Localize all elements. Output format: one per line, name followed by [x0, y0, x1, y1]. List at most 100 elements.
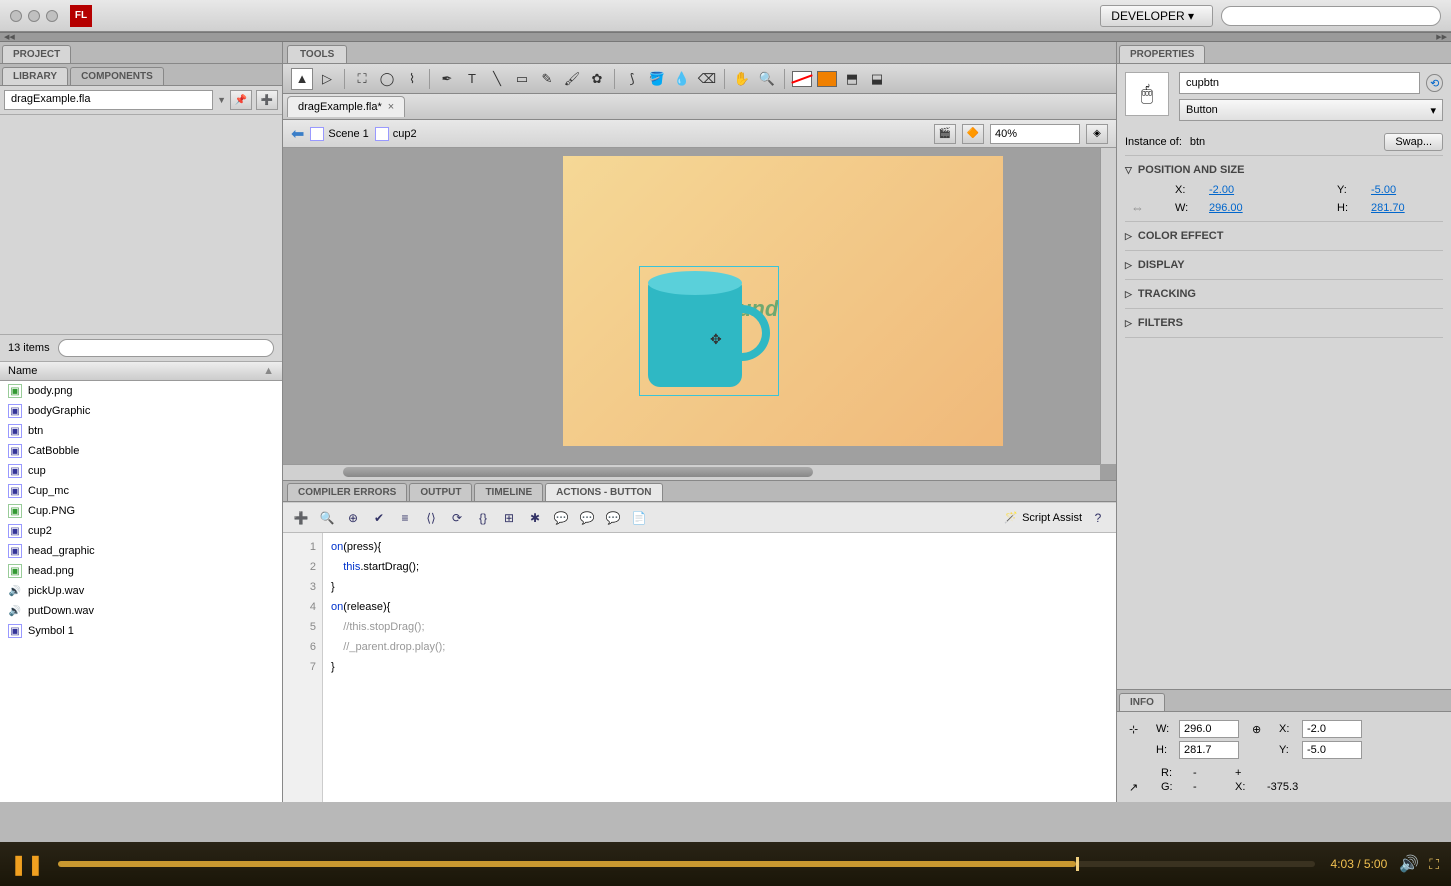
check-syntax-icon[interactable]: ✔	[369, 508, 389, 528]
add-script-icon[interactable]: ➕	[291, 508, 311, 528]
progress-bar[interactable]	[58, 861, 1315, 867]
show-hide-icon[interactable]: 💬	[551, 508, 571, 528]
x-value[interactable]: -2.00	[1209, 184, 1289, 196]
section-tracking[interactable]: ▷TRACKING	[1125, 286, 1443, 302]
list-item[interactable]: ▣body.png	[0, 381, 282, 401]
show-hide-icon[interactable]: 💬	[577, 508, 597, 528]
h-value[interactable]: 281.70	[1371, 202, 1451, 214]
edit-symbol-icon[interactable]: 🔶	[962, 124, 984, 144]
comment-icon[interactable]: ✱	[525, 508, 545, 528]
pencil-tool-icon[interactable]: ✎	[536, 68, 558, 90]
edit-scene-icon[interactable]: 🎬	[934, 124, 956, 144]
tab-components[interactable]: COMPONENTS	[70, 67, 164, 85]
auto-format-icon[interactable]: ≡	[395, 508, 415, 528]
help-icon[interactable]: ?	[1088, 508, 1108, 528]
panel-collapse-bar[interactable]: ◀◀▶▶	[0, 32, 1451, 42]
no-color-icon[interactable]: ⬓	[866, 68, 888, 90]
new-library-icon[interactable]: ➕	[256, 90, 278, 110]
list-item[interactable]: ▣CatBobble	[0, 441, 282, 461]
list-item[interactable]: ▣head_graphic	[0, 541, 282, 561]
breadcrumb[interactable]: Scene 1	[310, 127, 368, 141]
find-icon[interactable]: 🔍	[317, 508, 337, 528]
document-tab[interactable]: dragExample.fla* ×	[287, 96, 405, 117]
line-tool-icon[interactable]: ╲	[486, 68, 508, 90]
tab-info[interactable]: INFO	[1119, 693, 1165, 711]
collapse-icon[interactable]: {}	[473, 508, 493, 528]
deco-tool-icon[interactable]: ✿	[586, 68, 608, 90]
pause-button[interactable]: ❚❚	[12, 849, 42, 879]
zoom-tool-icon[interactable]: 🔍	[756, 68, 778, 90]
code-text[interactable]: on(press){ this.startDrag(); } on(releas…	[323, 533, 1116, 802]
paint-bucket-icon[interactable]: 🪣	[646, 68, 668, 90]
list-item[interactable]: 🔊putDown.wav	[0, 601, 282, 621]
volume-icon[interactable]: 🔊	[1399, 854, 1419, 874]
lock-aspect-icon[interactable]: ⇔	[1131, 200, 1171, 215]
target-path-icon[interactable]: ⊕	[343, 508, 363, 528]
breadcrumb[interactable]: cup2	[375, 127, 417, 141]
list-item[interactable]: ▣cup2	[0, 521, 282, 541]
tab-tools[interactable]: TOOLS	[287, 45, 347, 63]
fill-color-icon[interactable]	[816, 68, 838, 90]
library-file-dropdown[interactable]: dragExample.fla	[4, 90, 213, 110]
list-item[interactable]: ▣cup	[0, 461, 282, 481]
show-hide-icon[interactable]: 💬	[603, 508, 623, 528]
zoom-stepper-icon[interactable]: ◈	[1086, 124, 1108, 144]
list-item[interactable]: ▣head.png	[0, 561, 282, 581]
info-y-input[interactable]	[1302, 741, 1362, 759]
debug-icon[interactable]: ⟳	[447, 508, 467, 528]
section-color-effect[interactable]: ▷COLOR EFFECT	[1125, 228, 1443, 244]
fullscreen-icon[interactable]: ⛶	[1429, 856, 1439, 873]
code-hint-icon[interactable]: ⟨⟩	[421, 508, 441, 528]
script-assist-button[interactable]: 🪄 Script Assist	[1004, 511, 1082, 524]
list-item[interactable]: ▣Cup_mc	[0, 481, 282, 501]
back-arrow-icon[interactable]: ⬅	[291, 124, 304, 144]
stage[interactable]: dropSound ✥	[283, 148, 1116, 480]
w-value[interactable]: 296.00	[1209, 202, 1289, 214]
swap-colors-icon[interactable]: ⬒	[841, 68, 863, 90]
tab-properties[interactable]: PROPERTIES	[1119, 45, 1205, 63]
close-window[interactable]	[10, 10, 22, 22]
lasso-icon[interactable]: ⌇	[401, 68, 423, 90]
brush-tool-icon[interactable]: 🖌	[561, 68, 583, 90]
list-item[interactable]: ▣Cup.PNG	[0, 501, 282, 521]
library-name-header[interactable]: Name▲	[0, 362, 282, 381]
registration-point-icon[interactable]: ⊕	[1252, 723, 1276, 736]
section-position-size[interactable]: ▽POSITION AND SIZE	[1125, 162, 1443, 178]
subselection-tool-icon[interactable]: ▷	[316, 68, 338, 90]
list-item[interactable]: ▣bodyGraphic	[0, 401, 282, 421]
bone-tool-icon[interactable]: ⟆	[621, 68, 643, 90]
tab-timeline[interactable]: TIMELINE	[474, 483, 543, 501]
swap-button[interactable]: Swap...	[1384, 133, 1443, 151]
minimize-window[interactable]	[28, 10, 40, 22]
section-display[interactable]: ▷DISPLAY	[1125, 257, 1443, 273]
zoom-input[interactable]	[990, 124, 1080, 144]
eraser-icon[interactable]: ⌫	[696, 68, 718, 90]
eyedropper-icon[interactable]: 💧	[671, 68, 693, 90]
section-filters[interactable]: ▷FILTERS	[1125, 315, 1443, 331]
library-search-input[interactable]	[58, 339, 274, 357]
pin-script-icon[interactable]: 📄	[629, 508, 649, 528]
vertical-scrollbar[interactable]	[1100, 148, 1116, 464]
tab-library[interactable]: LIBRARY	[2, 67, 68, 85]
stroke-color-icon[interactable]	[791, 68, 813, 90]
selection-bounds[interactable]: ✥	[639, 266, 779, 396]
text-tool-icon[interactable]: T	[461, 68, 483, 90]
pen-tool-icon[interactable]: ✒	[436, 68, 458, 90]
list-item[interactable]: ▣Symbol 1	[0, 621, 282, 641]
registration-icon[interactable]: ⊹	[1129, 723, 1153, 736]
instance-name-input[interactable]	[1179, 72, 1420, 94]
list-item[interactable]: ▣btn	[0, 421, 282, 441]
close-icon[interactable]: ×	[388, 101, 394, 113]
tab-compiler-errors[interactable]: COMPILER ERRORS	[287, 483, 407, 501]
selection-tool-icon[interactable]: ▲	[291, 68, 313, 90]
horizontal-scrollbar[interactable]	[283, 464, 1100, 480]
list-item[interactable]: 🔊pickUp.wav	[0, 581, 282, 601]
rectangle-tool-icon[interactable]: ▭	[511, 68, 533, 90]
search-input[interactable]	[1221, 6, 1441, 26]
tab-actions[interactable]: ACTIONS - BUTTON	[545, 483, 662, 501]
y-value[interactable]: -5.00	[1371, 184, 1451, 196]
workspace-dropdown[interactable]: DEVELOPER ▾	[1100, 5, 1213, 27]
zoom-window[interactable]	[46, 10, 58, 22]
info-w-input[interactable]	[1179, 720, 1239, 738]
instance-type-dropdown[interactable]: Button▾	[1179, 99, 1443, 121]
